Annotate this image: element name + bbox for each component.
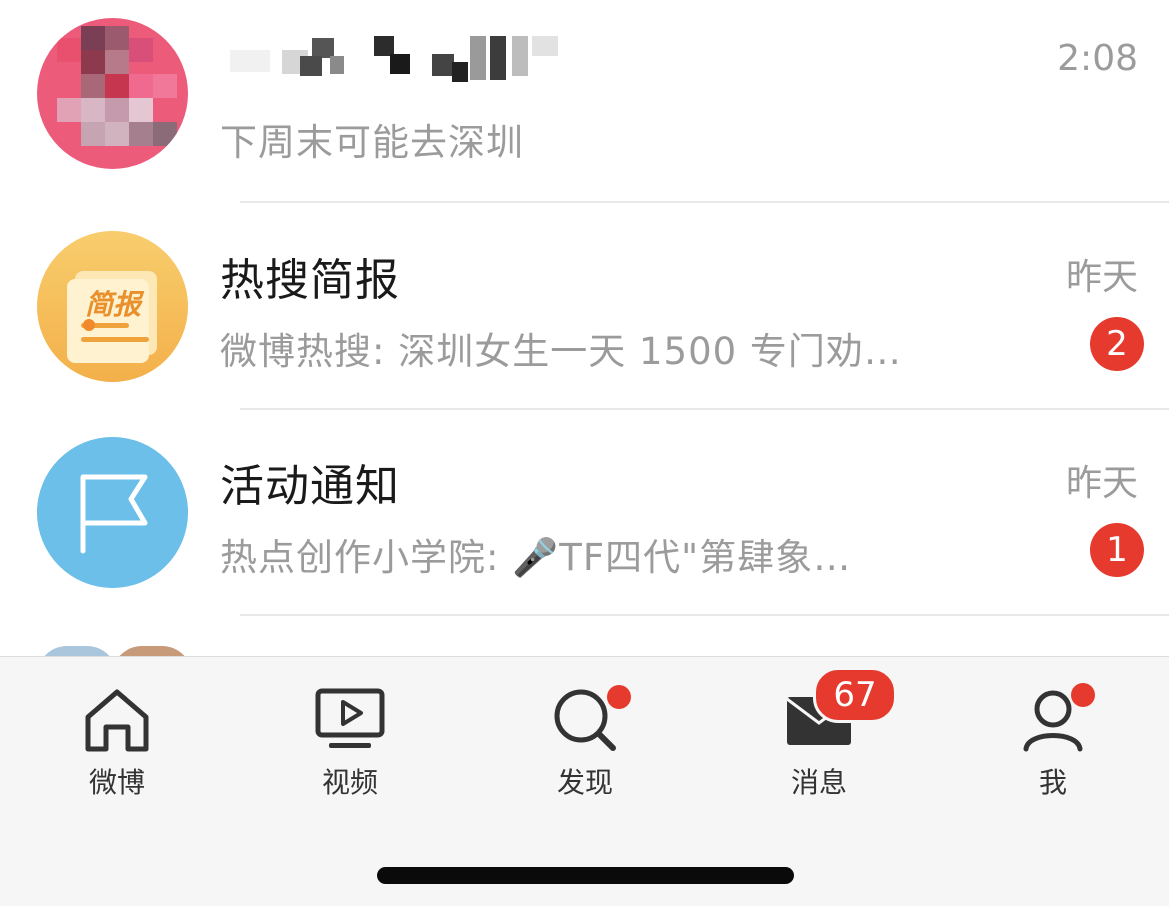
notification-dot	[1071, 683, 1095, 707]
conversation-name: 热搜简报	[220, 255, 400, 306]
unread-count-badge: 67	[813, 667, 897, 723]
conversation-time: 2:08	[1057, 38, 1138, 79]
home-icon	[85, 689, 149, 752]
tab-messages[interactable]: 67 消息	[739, 667, 899, 805]
tab-label: 微博	[88, 766, 145, 799]
unread-badge: 1	[1090, 523, 1144, 577]
tab-label: 发现	[556, 766, 613, 799]
bottom-tab-bar: 微博 视频 发现 67 消息 我	[0, 656, 1169, 906]
briefing-avatar-text: 简报	[85, 288, 142, 321]
conversation-item-hot-search[interactable]: 简报 热搜简报 昨天 微博热搜: 深圳女生一天 1500 专门劝… 2	[0, 206, 1169, 412]
conversation-time: 昨天	[1065, 257, 1138, 298]
divider	[240, 614, 1169, 616]
conversation-item[interactable]: 2:08 下周末可能去深圳	[0, 0, 1169, 206]
home-indicator[interactable]	[377, 867, 794, 884]
tab-weibo[interactable]: 微博	[37, 685, 197, 805]
tab-video[interactable]: 视频	[270, 685, 430, 805]
event-notice-avatar[interactable]	[37, 437, 188, 588]
avatar[interactable]	[37, 18, 188, 169]
messages-screen: 2:08 下周末可能去深圳 简报 热搜简报 昨天 微博热搜: 深圳女生一天 15…	[0, 0, 1169, 906]
tab-label: 我	[1038, 766, 1067, 799]
video-icon	[315, 688, 385, 748]
conversation-time: 昨天	[1065, 463, 1138, 504]
flag-icon	[37, 437, 188, 588]
conversation-name: 活动通知	[220, 461, 400, 512]
conversation-name-censored	[220, 32, 560, 87]
divider	[240, 201, 1169, 203]
conversation-preview: 下周末可能去深圳	[220, 121, 524, 164]
unread-badge: 2	[1090, 317, 1144, 371]
hot-search-avatar[interactable]: 简报	[37, 231, 188, 382]
tab-discover[interactable]: 发现	[505, 685, 665, 805]
tab-label: 消息	[790, 766, 847, 799]
conversation-item-event-notice[interactable]: 活动通知 昨天 热点创作小学院: 🎤TF四代"第肆象… 1	[0, 412, 1169, 618]
notification-dot	[607, 685, 631, 709]
conversation-preview: 热点创作小学院: 🎤TF四代"第肆象…	[220, 536, 852, 579]
tab-label: 视频	[321, 766, 378, 799]
tab-me[interactable]: 我	[973, 683, 1133, 805]
divider	[240, 408, 1169, 410]
conversation-preview: 微博热搜: 深圳女生一天 1500 专门劝…	[220, 330, 902, 373]
